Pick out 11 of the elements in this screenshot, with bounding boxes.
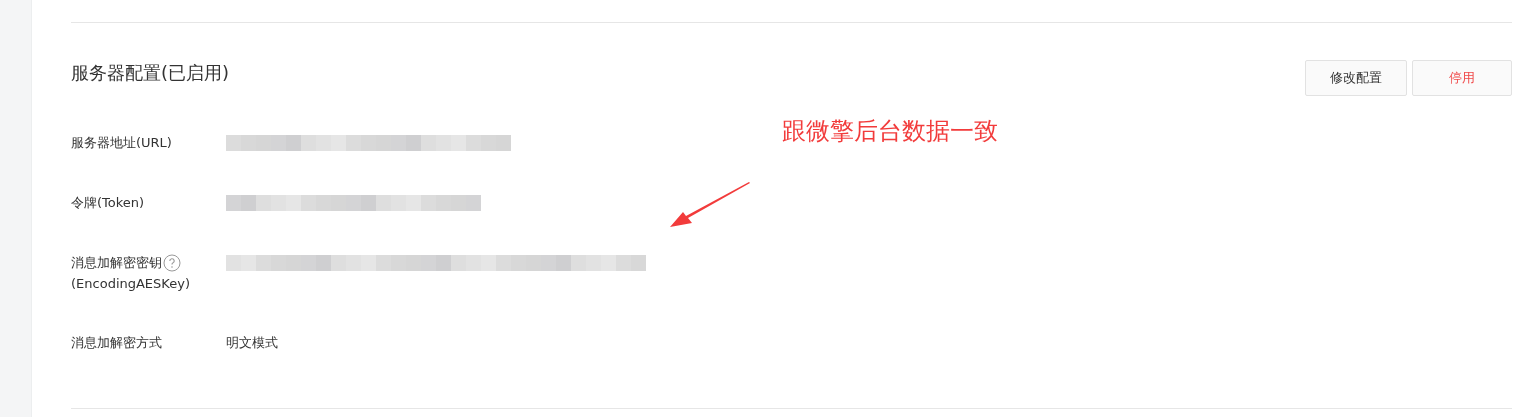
edit-button[interactable]: 修改配置 — [1305, 60, 1407, 96]
field-label: 服务器地址(URL) — [71, 134, 172, 152]
field-value: 明文模式 — [226, 335, 278, 350]
field-label: (EncodingAESKey) — [71, 275, 191, 293]
field-label: 消息加解密密钥 — [71, 254, 162, 272]
field-label: 消息加解密方式 — [71, 334, 162, 352]
annotation-text: 跟微擎后台数据一致 — [782, 116, 998, 147]
disable-button[interactable]: 停用 — [1412, 60, 1512, 96]
help-icon[interactable] — [163, 253, 181, 272]
section-title: 服务器配置(已启用) — [71, 61, 230, 85]
field-label: 令牌(Token) — [71, 194, 145, 212]
